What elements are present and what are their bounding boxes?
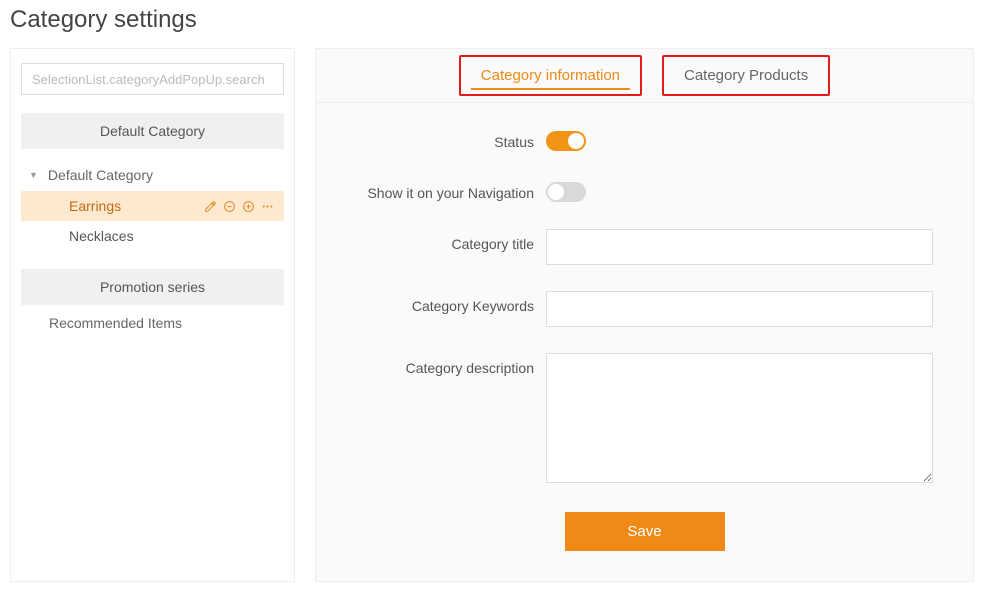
toggle-knob — [548, 184, 564, 200]
label-category-description: Category description — [356, 353, 546, 486]
tree-item-earrings[interactable]: Earrings — [21, 191, 284, 221]
label-status: Status — [356, 127, 546, 152]
sidebar-item-recommended[interactable]: Recommended Items — [21, 305, 284, 341]
category-sidebar: Default Category ▼ Default Category Earr… — [10, 48, 295, 582]
label-category-keywords: Category Keywords — [356, 291, 546, 327]
tab-category-information[interactable]: Category information — [459, 55, 642, 96]
toggle-knob — [568, 133, 584, 149]
sidebar-section-promotion-series[interactable]: Promotion series — [21, 269, 284, 305]
label-show-nav: Show it on your Navigation — [356, 178, 546, 203]
tree-item-label: Earrings — [69, 198, 121, 214]
tabs: Category information Category Products — [316, 49, 973, 103]
label-category-title: Category title — [356, 229, 546, 265]
plus-circle-icon[interactable] — [242, 200, 255, 213]
status-toggle[interactable] — [546, 131, 586, 151]
minus-circle-icon[interactable] — [223, 200, 236, 213]
category-description-textarea[interactable] — [546, 353, 933, 483]
tree-root-label: Default Category — [48, 167, 153, 183]
show-nav-toggle[interactable] — [546, 182, 586, 202]
save-button[interactable]: Save — [565, 512, 725, 551]
more-icon[interactable] — [261, 200, 274, 213]
tab-category-products[interactable]: Category Products — [662, 55, 830, 96]
sidebar-section-default-category[interactable]: Default Category — [21, 113, 284, 149]
category-search-input[interactable] — [21, 63, 284, 95]
caret-down-icon: ▼ — [29, 170, 38, 180]
edit-icon[interactable] — [204, 200, 217, 213]
category-tree: ▼ Default Category Earrings — [21, 161, 284, 251]
tree-root-default-category[interactable]: ▼ Default Category — [21, 161, 284, 189]
category-main-panel: Category information Category Products S… — [315, 48, 974, 582]
category-keywords-input[interactable] — [546, 291, 933, 327]
category-title-input[interactable] — [546, 229, 933, 265]
category-form: Status Show it on your Navigation — [316, 103, 973, 551]
tree-item-label: Necklaces — [69, 228, 134, 244]
page-title: Category settings — [10, 6, 974, 34]
tree-item-necklaces[interactable]: Necklaces — [21, 221, 284, 251]
